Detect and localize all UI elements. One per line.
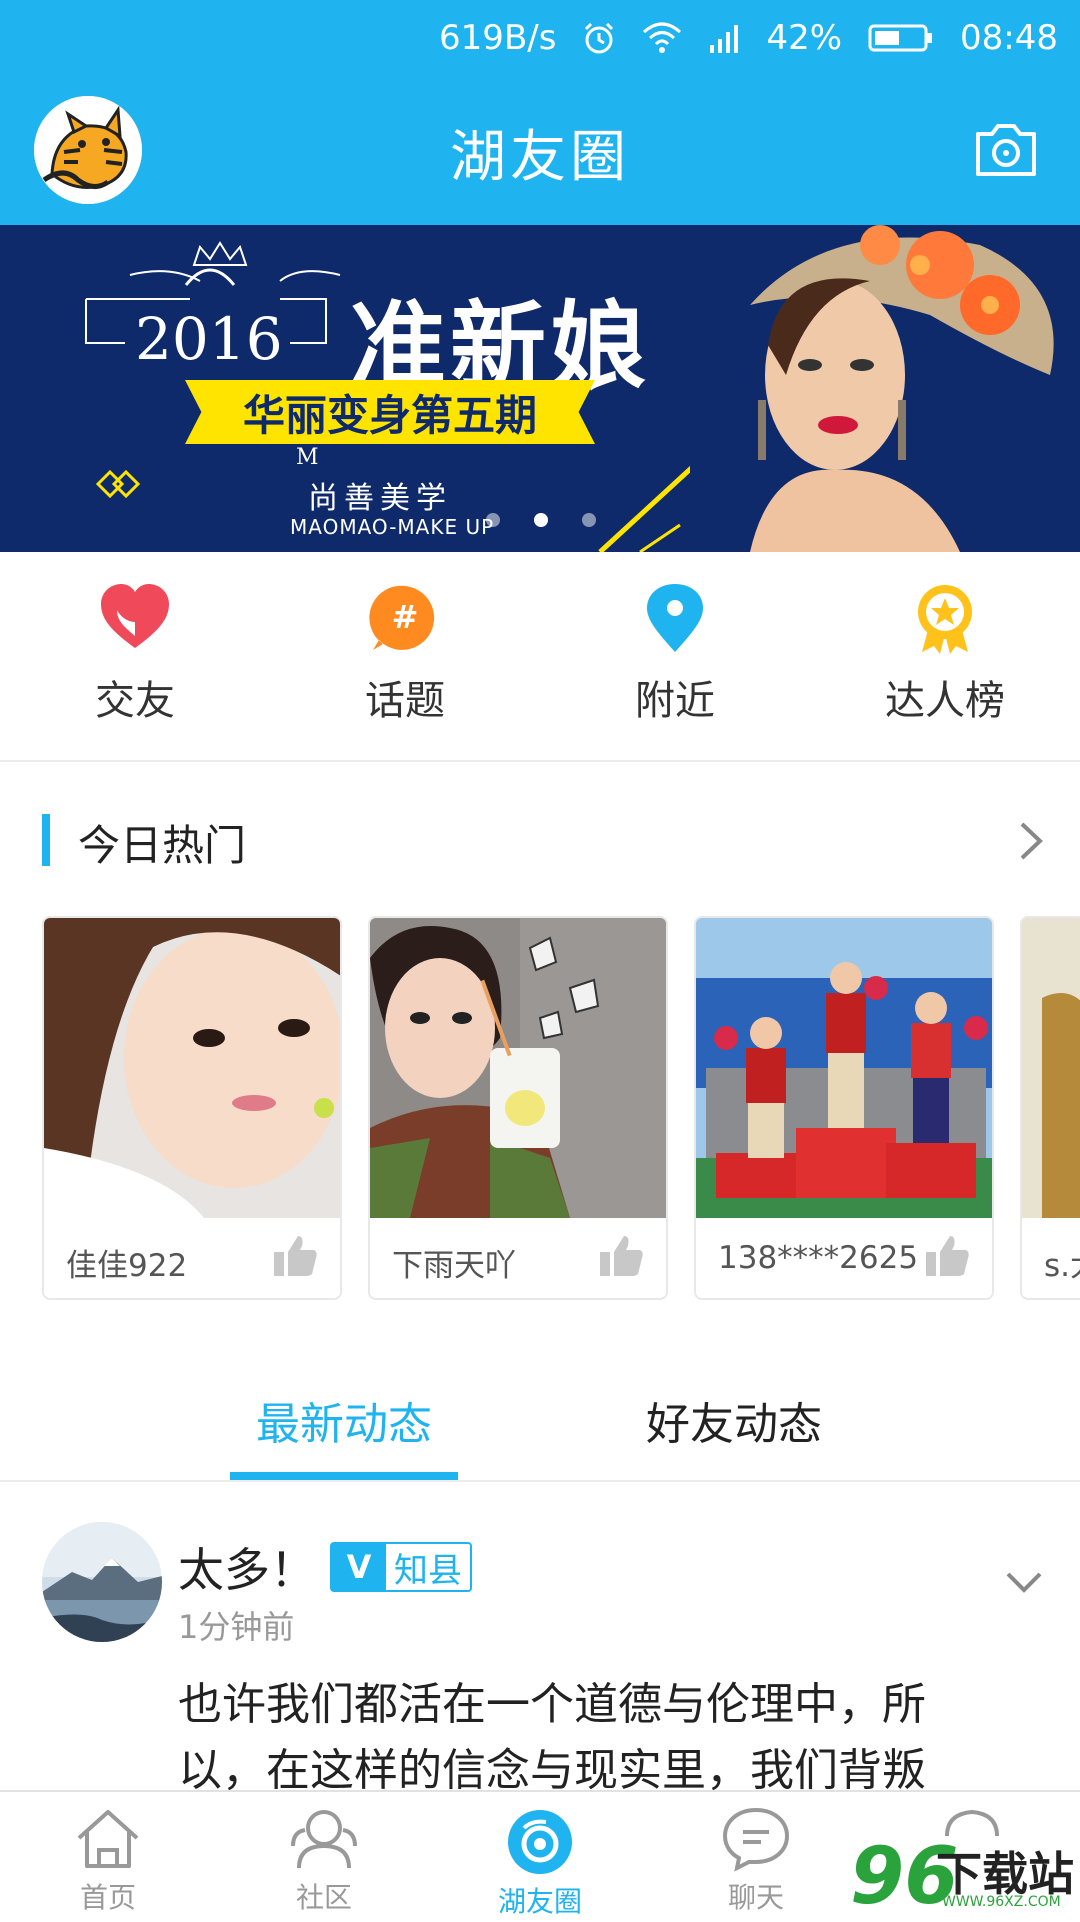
heart-icon bbox=[101, 584, 169, 648]
card-photo bbox=[44, 918, 340, 1218]
chat-icon bbox=[722, 1807, 790, 1872]
nav-chat[interactable]: 聊天 bbox=[648, 1792, 864, 1922]
thumbs-up-icon[interactable] bbox=[272, 1234, 318, 1282]
quick-action-leaderboard[interactable]: 达人榜 bbox=[810, 552, 1080, 760]
feed-post[interactable]: 太多！ V 知县 1分钟前 也许我们都活在一个道德与伦理中，所以，在这样的信念与… bbox=[0, 1490, 1080, 1790]
hot-today-header[interactable]: 今日热门 bbox=[0, 774, 1080, 906]
quick-action-label: 交友 bbox=[95, 678, 175, 724]
carousel-dot-active[interactable] bbox=[534, 513, 548, 527]
quick-action-label: 达人榜 bbox=[885, 678, 1005, 724]
card-username: 佳佳922 bbox=[66, 1248, 188, 1284]
watermark-url: WWW.96XZ.COM bbox=[942, 1894, 1061, 1910]
circle-icon bbox=[508, 1810, 572, 1874]
hot-cards: 佳佳922 下雨天吖 138****2625 s. bbox=[42, 916, 1080, 1302]
nav-home[interactable]: 首页 bbox=[0, 1792, 216, 1922]
nav-label: 社区 bbox=[295, 1881, 352, 1914]
battery-icon bbox=[868, 23, 934, 53]
tab-indicator bbox=[230, 1472, 458, 1480]
card-username: 138****2625 bbox=[718, 1240, 919, 1276]
promo-banner[interactable]: 2016 准新娘 华丽变身第五期 M 尚善美学 MAOMAO-MAKE UP bbox=[0, 225, 1080, 552]
hot-card[interactable]: 138****2625 bbox=[694, 916, 994, 1300]
banner-brand-en: MAOMAO-MAKE UP bbox=[290, 515, 495, 539]
page-title: 湖友圈 bbox=[450, 125, 630, 190]
verified-badge: V 知县 bbox=[330, 1542, 472, 1592]
hashtag-icon: # bbox=[369, 585, 435, 650]
quick-action-label: 附近 bbox=[635, 678, 715, 724]
banner-year: 2016 bbox=[135, 305, 283, 373]
medal-icon bbox=[918, 585, 972, 654]
clock: 08:48 bbox=[960, 18, 1058, 58]
status-bar: 619B/s 42% 08:48 bbox=[0, 0, 1080, 76]
diamond-icon bbox=[95, 469, 141, 503]
card-photo bbox=[1022, 918, 1080, 1218]
feed-tabs: 最新动态 好友动态 bbox=[0, 1362, 1080, 1482]
location-pin-icon bbox=[647, 584, 703, 652]
home-icon bbox=[77, 1810, 139, 1868]
signal-icon bbox=[708, 23, 740, 53]
hot-card[interactable]: s.大 bbox=[1020, 916, 1080, 1300]
nav-label: 首页 bbox=[79, 1881, 136, 1914]
app-header: 湖友圈 bbox=[0, 76, 1080, 225]
badge-rank: 知县 bbox=[394, 1550, 462, 1591]
post-author[interactable]: 太多！ bbox=[178, 1534, 316, 1600]
battery-percent: 42% bbox=[766, 18, 843, 58]
hot-card[interactable]: 佳佳922 bbox=[42, 916, 342, 1300]
nav-label: 聊天 bbox=[727, 1881, 784, 1914]
card-photo bbox=[370, 918, 666, 1218]
chevron-right-icon[interactable] bbox=[1018, 820, 1044, 866]
banner-brand-cn: 尚善美学 bbox=[308, 481, 452, 516]
badge-v: V bbox=[332, 1544, 386, 1590]
banner-model-photo bbox=[690, 225, 1080, 552]
tab-latest[interactable]: 最新动态 bbox=[256, 1388, 432, 1452]
section-accent-bar bbox=[42, 814, 50, 866]
nav-lake-circle[interactable]: 湖友圈 bbox=[432, 1792, 648, 1922]
network-speed: 619B/s bbox=[439, 18, 557, 58]
tab-friends[interactable]: 好友动态 bbox=[646, 1388, 822, 1452]
camera-button[interactable] bbox=[972, 116, 1040, 184]
quick-actions: 交友 # 话题 附近 达人榜 bbox=[0, 552, 1080, 762]
banner-brand-letter: M bbox=[296, 445, 319, 470]
svg-text:#: # bbox=[392, 598, 419, 636]
camera-icon bbox=[976, 124, 1036, 176]
quick-action-nearby[interactable]: 附近 bbox=[540, 552, 810, 760]
post-time: 1分钟前 bbox=[178, 1608, 295, 1646]
thumbs-up-icon[interactable] bbox=[924, 1234, 970, 1282]
carousel-dot[interactable] bbox=[486, 513, 500, 527]
alarm-icon bbox=[582, 21, 616, 55]
nav-community[interactable]: 社区 bbox=[216, 1792, 432, 1922]
site-watermark: 96 下载站 WWW.96XZ.COM bbox=[850, 1832, 1080, 1922]
quick-action-label: 话题 bbox=[365, 678, 445, 724]
quick-action-topics[interactable]: # 话题 bbox=[270, 552, 540, 760]
section-title: 今日热门 bbox=[78, 821, 247, 870]
post-avatar[interactable] bbox=[42, 1522, 162, 1642]
wifi-icon bbox=[642, 22, 682, 54]
post-content: 也许我们都活在一个道德与伦理中，所以，在这样的信念与现实里，我们背叛 bbox=[178, 1679, 926, 1790]
hot-card[interactable]: 下雨天吖 bbox=[368, 916, 668, 1300]
quick-action-make-friends[interactable]: 交友 bbox=[0, 552, 270, 760]
card-photo bbox=[696, 918, 992, 1218]
carousel-indicator bbox=[486, 513, 596, 527]
community-icon bbox=[291, 1810, 357, 1869]
banner-ribbon: 华丽变身第五期 bbox=[185, 380, 595, 444]
thumbs-up-icon[interactable] bbox=[598, 1234, 644, 1282]
carousel-dot[interactable] bbox=[582, 513, 596, 527]
chevron-down-icon[interactable] bbox=[1004, 1570, 1044, 1598]
card-username: s.大 bbox=[1044, 1248, 1080, 1284]
card-username: 下雨天吖 bbox=[392, 1248, 516, 1284]
nav-label: 湖友圈 bbox=[497, 1885, 582, 1918]
